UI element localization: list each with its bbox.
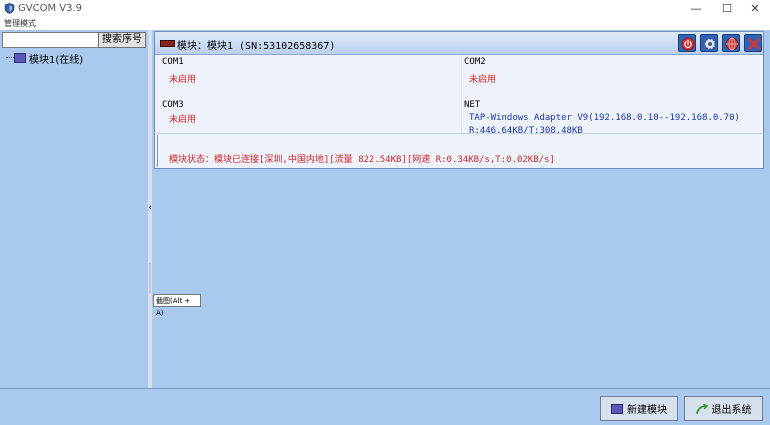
net-adapter: TAP-Windows Adapter V9(192.168.0.10--192… xyxy=(469,113,740,123)
close-button[interactable]: ✕ xyxy=(740,0,770,18)
power-icon xyxy=(681,37,695,51)
network-button[interactable] xyxy=(722,34,740,52)
network-globe-icon xyxy=(725,37,739,51)
search-input[interactable] xyxy=(2,32,100,48)
module-icon xyxy=(611,403,623,414)
app-shield-icon xyxy=(4,3,15,14)
exit-arrow-icon xyxy=(695,403,708,414)
module-panel: 模块：模块1 (SN:53102658367) COM1 未启用 COM2 未启… xyxy=(154,31,764,169)
close-x-icon xyxy=(748,38,760,50)
module-title: 模块：模块1 (SN:53102658367) xyxy=(177,41,336,52)
module-device-icon xyxy=(160,40,175,47)
bottom-bar: 新建模块 退出系统 xyxy=(0,388,770,425)
settings-button[interactable] xyxy=(700,34,718,52)
com2-label: COM2 xyxy=(464,57,486,67)
module-status: 模块状态：模块已连接[深圳,中国内地][流量 822.54KB][网速 R:0.… xyxy=(169,155,555,165)
window-title: GVCOM V3.9 xyxy=(18,3,82,14)
com2-value: 未启用 xyxy=(469,75,497,85)
title-bar: GVCOM V3.9 — ☐ ✕ xyxy=(0,0,770,18)
tree-node-label: 模块1(在线) xyxy=(29,54,84,66)
com3-label: COM3 xyxy=(162,100,184,110)
splitter-grip[interactable] xyxy=(149,263,151,293)
screenshot-tooltip: 截图(Alt + A) xyxy=(153,294,201,317)
minimize-button[interactable]: — xyxy=(681,0,711,18)
com1-label: COM1 xyxy=(162,57,184,67)
module-panel-header: 模块：模块1 (SN:53102658367) xyxy=(155,32,763,55)
menu-bar: 管理模式 xyxy=(0,18,770,30)
new-module-button[interactable]: 新建模块 xyxy=(600,396,678,421)
com3-value: 未启用 xyxy=(169,115,197,125)
tree-connector xyxy=(6,57,14,58)
new-module-label: 新建模块 xyxy=(627,405,667,416)
net-traffic: R:446.64KB/T:308.48KB xyxy=(469,126,583,136)
net-label: NET xyxy=(464,100,481,110)
com1-value: 未启用 xyxy=(169,75,197,85)
grid-vertical-divider xyxy=(461,55,462,133)
search-serial-button[interactable]: 搜索序号 xyxy=(98,32,146,48)
module-icon xyxy=(14,53,26,63)
menu-item-admin-mode[interactable]: 管理模式 xyxy=(4,18,36,29)
exit-system-label: 退出系统 xyxy=(711,405,752,416)
tree-node-module1[interactable]: 模块1(在线) xyxy=(14,51,84,66)
remove-module-button[interactable] xyxy=(744,34,762,52)
status-divider xyxy=(156,133,762,134)
power-button[interactable] xyxy=(678,34,696,52)
maximize-button[interactable]: ☐ xyxy=(712,0,742,18)
status-left-border xyxy=(157,135,158,167)
exit-system-button[interactable]: 退出系统 xyxy=(684,396,763,421)
gear-icon xyxy=(704,38,716,50)
module-tree-pane: 搜索序号 模块1(在线) xyxy=(0,30,149,388)
